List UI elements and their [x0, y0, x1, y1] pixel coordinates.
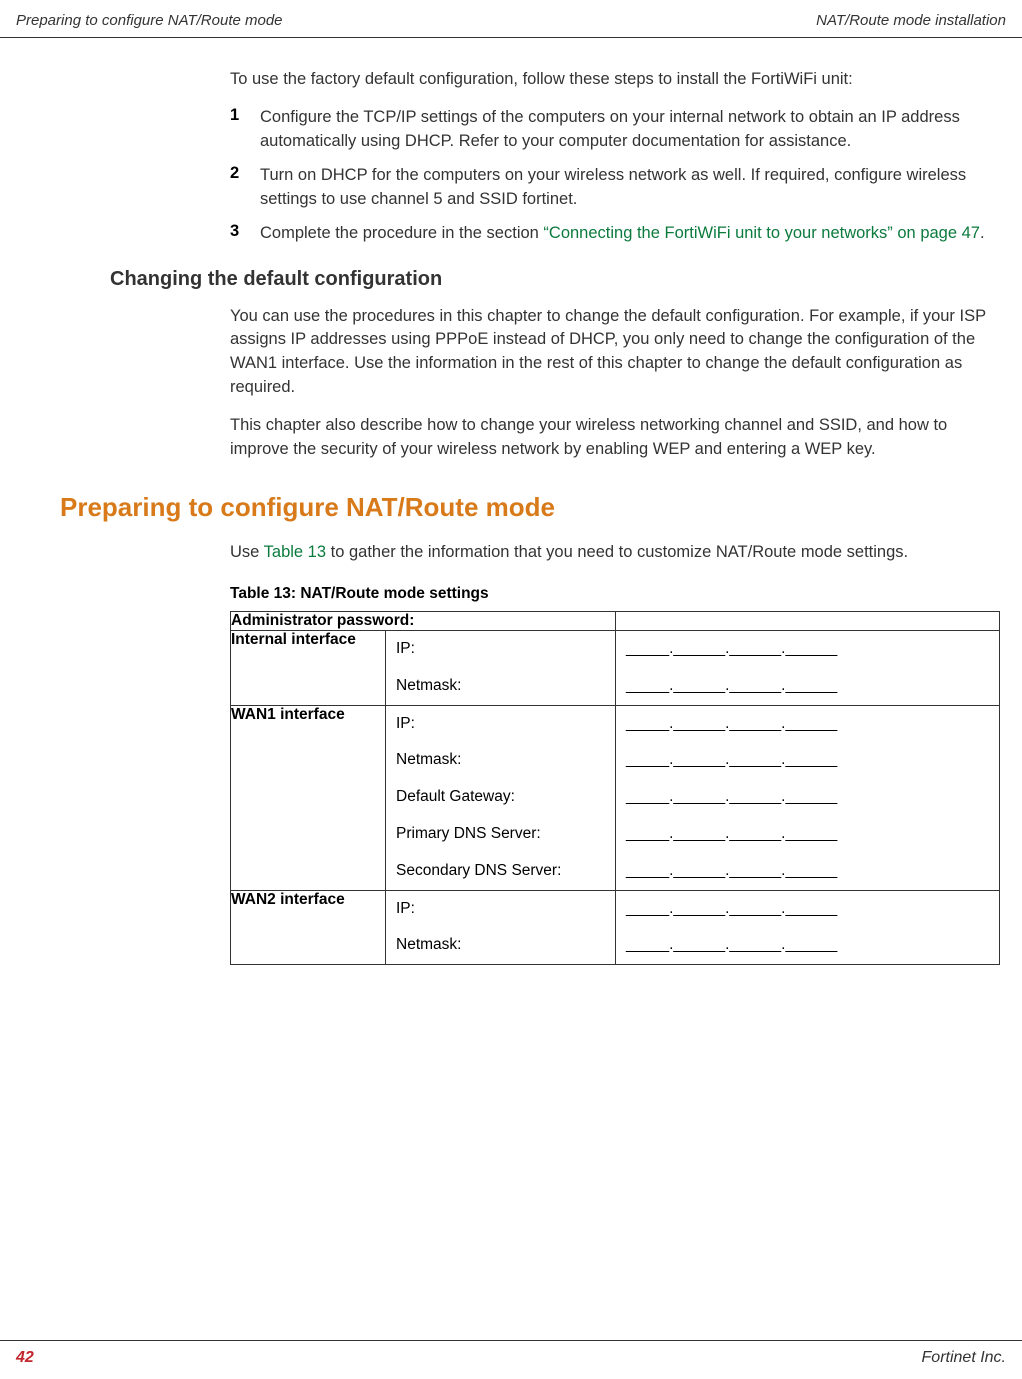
page-header: Preparing to configure NAT/Route mode NA… [0, 0, 1022, 38]
field-label: IP: [386, 891, 615, 928]
values-cell: _____.______.______.______ _____.______.… [616, 890, 1000, 965]
header-left: Preparing to configure NAT/Route mode [16, 12, 511, 29]
page-footer: 42 Fortinet Inc. [0, 1340, 1022, 1367]
blank-ip-value: _____.______.______.______ [616, 816, 999, 853]
para-after: to gather the information that you need … [326, 543, 908, 561]
steps-list: 1 Configure the TCP/IP settings of the c… [230, 106, 992, 246]
subsection-heading: Changing the default configuration [110, 268, 992, 291]
blank-ip-value: _____.______.______.______ [616, 853, 999, 890]
footer-company: Fortinet Inc. [922, 1349, 1006, 1367]
step-item: 3 Complete the procedure in the section … [230, 222, 992, 246]
step-item: 1 Configure the TCP/IP settings of the c… [230, 106, 992, 154]
body-paragraph: You can use the procedures in this chapt… [230, 305, 992, 401]
step-text: Turn on DHCP for the computers on your w… [260, 164, 992, 212]
blank-ip-value: _____.______.______.______ [616, 706, 999, 743]
body-paragraph: This chapter also describe how to change… [230, 414, 992, 462]
step-number: 2 [230, 164, 260, 212]
field-label: Netmask: [386, 927, 615, 964]
interface-label: WAN1 interface [231, 705, 386, 890]
field-label: Netmask: [386, 742, 615, 779]
field-label: IP: [386, 631, 615, 668]
table-row: WAN1 interface IP: Netmask: Default Gate… [231, 705, 1000, 890]
admin-password-value [616, 611, 1000, 630]
step-text: Configure the TCP/IP settings of the com… [260, 106, 992, 154]
settings-table: Administrator password: Internal interfa… [230, 611, 1000, 965]
blank-ip-value: _____.______.______.______ [616, 668, 999, 705]
header-right: NAT/Route mode installation [511, 12, 1006, 29]
admin-password-label: Administrator password: [231, 611, 616, 630]
interface-label: Internal interface [231, 630, 386, 705]
blank-ip-value: _____.______.______.______ [616, 631, 999, 668]
step-number: 1 [230, 106, 260, 154]
section-heading: Preparing to configure NAT/Route mode [60, 492, 992, 523]
step-number: 3 [230, 222, 260, 246]
body-paragraph: Use Table 13 to gather the information t… [230, 541, 992, 565]
table-row: Internal interface IP: Netmask: _____.__… [231, 630, 1000, 705]
step-text: Complete the procedure in the section “C… [260, 222, 985, 246]
page-number: 42 [16, 1349, 34, 1367]
table-row: Administrator password: [231, 611, 1000, 630]
fields-cell: IP: Netmask: [386, 890, 616, 965]
intro-text: To use the factory default configuration… [230, 68, 992, 92]
table-row: WAN2 interface IP: Netmask: _____.______… [231, 890, 1000, 965]
field-label: Default Gateway: [386, 779, 615, 816]
field-label: IP: [386, 706, 615, 743]
field-label: Primary DNS Server: [386, 816, 615, 853]
blank-ip-value: _____.______.______.______ [616, 742, 999, 779]
values-cell: _____.______.______.______ _____.______.… [616, 705, 1000, 890]
step-item: 2 Turn on DHCP for the computers on your… [230, 164, 992, 212]
blank-ip-value: _____.______.______.______ [616, 927, 999, 964]
interface-label: WAN2 interface [231, 890, 386, 965]
para-before: Use [230, 543, 264, 561]
table-reference-link[interactable]: Table 13 [264, 543, 326, 561]
fields-cell: IP: Netmask: [386, 630, 616, 705]
blank-ip-value: _____.______.______.______ [616, 891, 999, 928]
fields-cell: IP: Netmask: Default Gateway: Primary DN… [386, 705, 616, 890]
step-text-after: . [980, 224, 985, 242]
field-label: Netmask: [386, 668, 615, 705]
page-content: To use the factory default configuration… [0, 38, 1022, 965]
cross-reference-link[interactable]: “Connecting the FortiWiFi unit to your n… [543, 224, 980, 242]
field-label: Secondary DNS Server: [386, 853, 615, 890]
values-cell: _____.______.______.______ _____.______.… [616, 630, 1000, 705]
step-text-before: Complete the procedure in the section [260, 224, 543, 242]
blank-ip-value: _____.______.______.______ [616, 779, 999, 816]
table-caption: Table 13: NAT/Route mode settings [230, 585, 992, 603]
